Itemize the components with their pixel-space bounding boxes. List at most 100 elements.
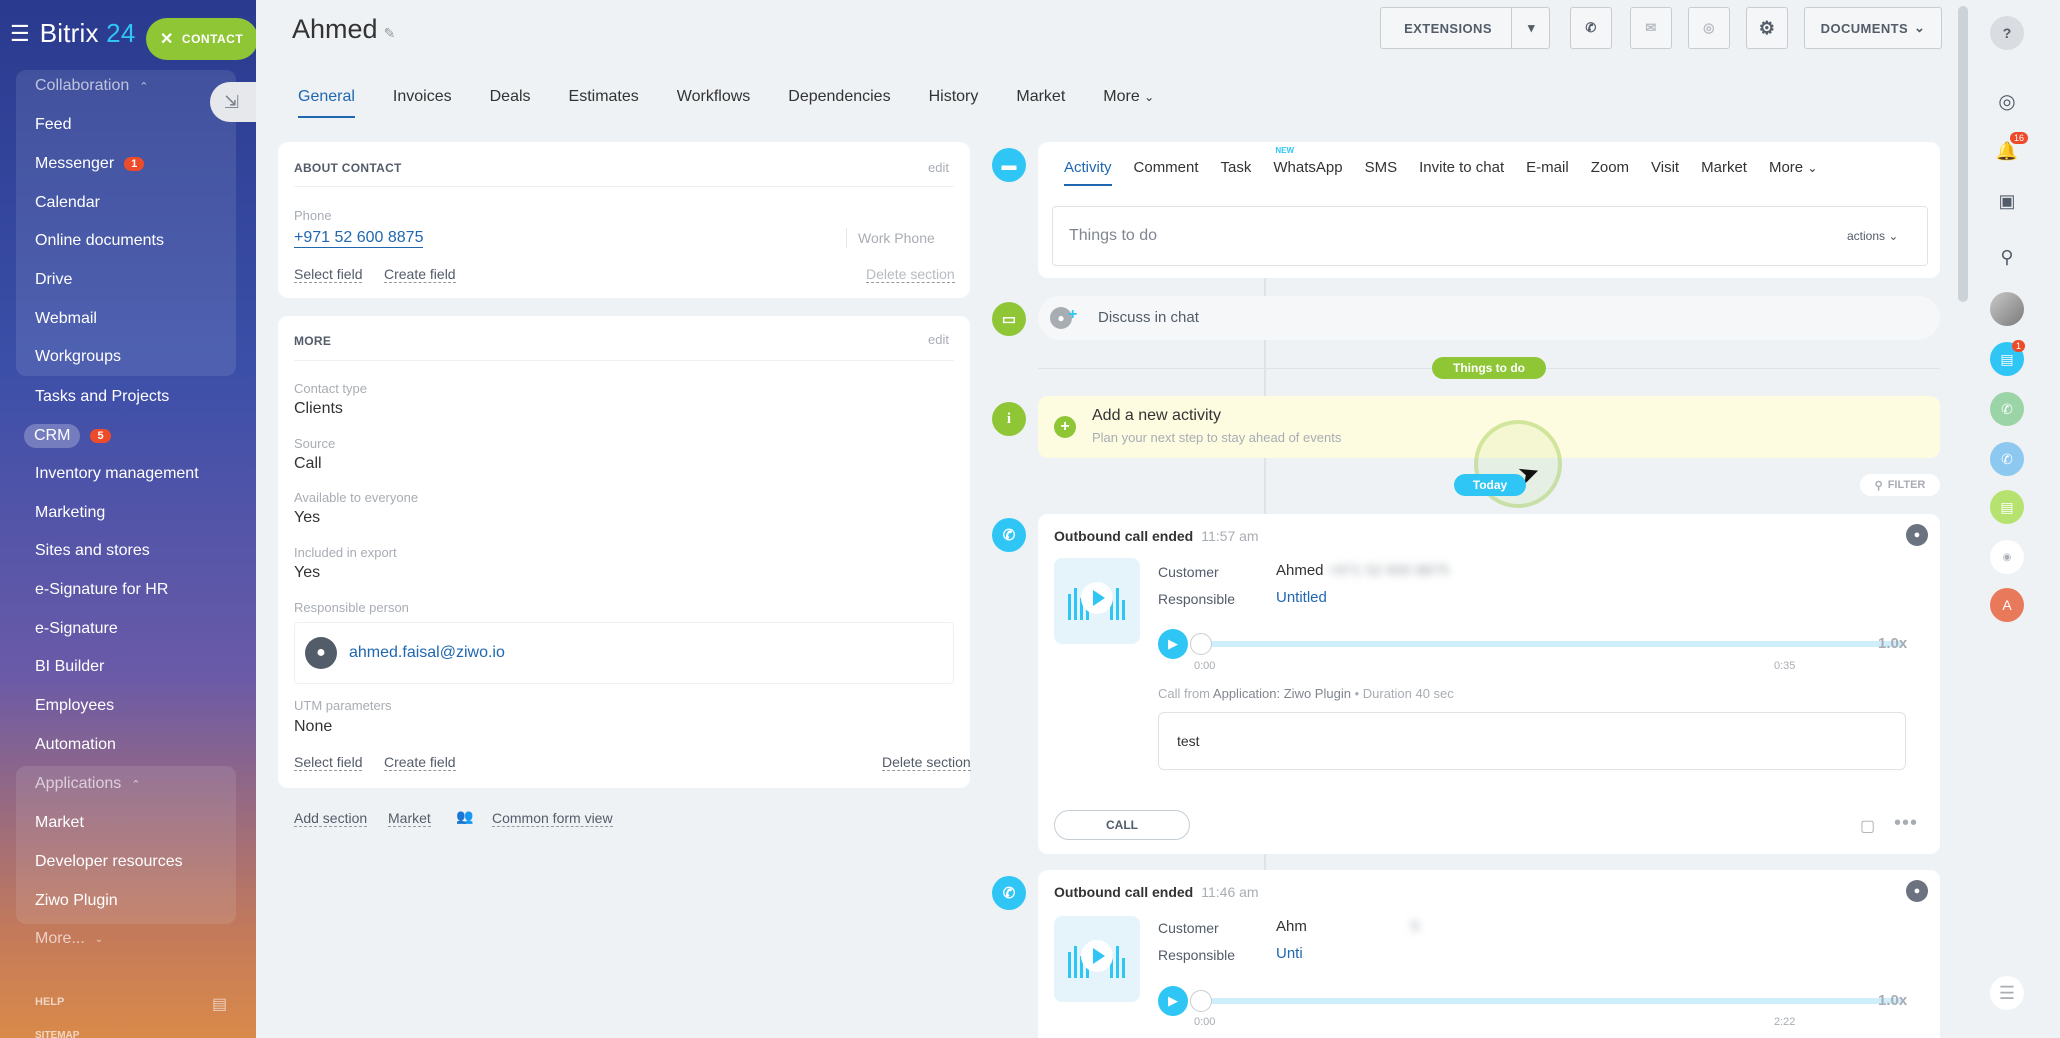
- tab-history[interactable]: History: [929, 88, 979, 118]
- tab-email[interactable]: E-mail: [1526, 159, 1569, 186]
- progress-handle[interactable]: [1190, 990, 1212, 1012]
- sitemap-link[interactable]: SITEMAP: [35, 1030, 79, 1038]
- tab-whatsapp[interactable]: NEW WhatsApp: [1273, 146, 1342, 186]
- speed-control[interactable]: 1.0x: [1878, 635, 1907, 652]
- todo-input[interactable]: Things to do actions ⌄: [1052, 206, 1928, 266]
- nav-messenger[interactable]: Messenger 1: [35, 155, 145, 173]
- speed-control[interactable]: 1.0x: [1878, 992, 1907, 1009]
- nav-employees[interactable]: Employees: [35, 697, 114, 715]
- note-icon[interactable]: ▢: [1860, 816, 1875, 836]
- customer-name[interactable]: Ahmed +971 52 600 8875: [1276, 562, 1449, 579]
- nav-esign[interactable]: e-Signature: [35, 620, 118, 638]
- chat-button[interactable]: ◎: [1688, 7, 1730, 49]
- nav-market[interactable]: Market: [35, 814, 84, 832]
- avatar-a[interactable]: A: [1990, 588, 2024, 622]
- select-field-link[interactable]: Select field: [294, 266, 363, 283]
- tab-comment[interactable]: Comment: [1134, 159, 1199, 186]
- tab-task[interactable]: Task: [1221, 159, 1252, 186]
- extensions-button[interactable]: EXTENSIONS ▾: [1380, 7, 1550, 49]
- retail-icon[interactable]: ◉: [1990, 540, 2024, 574]
- edit-link[interactable]: edit: [928, 332, 949, 347]
- nav-crm[interactable]: CRM 5: [24, 424, 111, 448]
- user-avatar[interactable]: [1990, 292, 2024, 326]
- nav-sites[interactable]: Sites and stores: [35, 542, 150, 560]
- phone-contact-icon[interactable]: ✆: [1990, 392, 2024, 426]
- common-form-view-link[interactable]: Common form view: [492, 810, 613, 827]
- phone-value[interactable]: +971 52 600 8875: [294, 229, 424, 248]
- responsible-link[interactable]: Unti: [1276, 945, 1303, 962]
- play-button[interactable]: ▶: [1158, 986, 1188, 1016]
- audio-progress[interactable]: [1198, 641, 1904, 647]
- tab-invite-chat[interactable]: Invite to chat: [1419, 159, 1504, 186]
- filter-button[interactable]: ⚲ FILTER: [1860, 474, 1940, 496]
- tab-sms[interactable]: SMS: [1365, 159, 1398, 186]
- contact-close-button[interactable]: ✕ CONTACT: [146, 18, 256, 60]
- nav-drive[interactable]: Drive: [35, 271, 72, 289]
- collapse-icon[interactable]: ⇲: [210, 82, 258, 122]
- more-dots-icon[interactable]: •••: [1894, 812, 1918, 835]
- nav-feed[interactable]: Feed: [35, 116, 71, 134]
- actions-dropdown[interactable]: actions ⌄: [1847, 229, 1898, 243]
- create-field-link[interactable]: Create field: [384, 266, 456, 283]
- help-icon[interactable]: ?: [1990, 16, 2024, 50]
- nav-calendar[interactable]: Calendar: [35, 194, 100, 212]
- tab-market[interactable]: Market: [1016, 88, 1065, 118]
- audio-thumbnail[interactable]: [1054, 916, 1140, 1002]
- responsible-box[interactable]: ● ahmed.faisal@ziwo.io: [294, 622, 954, 684]
- delete-section-link[interactable]: Delete section: [866, 266, 955, 283]
- discuss-in-chat[interactable]: ● + Discuss in chat: [1038, 296, 1940, 340]
- printer-icon[interactable]: ▤: [212, 994, 232, 1013]
- nav-tasks[interactable]: Tasks and Projects: [35, 388, 169, 406]
- nav-automation[interactable]: Automation: [35, 736, 116, 754]
- open-channel-icon[interactable]: ▤ 1: [1990, 340, 2026, 376]
- responsible-link[interactable]: Untitled: [1276, 589, 1327, 606]
- copilot-icon[interactable]: ◎: [1990, 84, 2024, 118]
- tab-dependencies[interactable]: Dependencies: [788, 88, 890, 118]
- tab-more[interactable]: More ⌄: [1103, 88, 1154, 118]
- tab-workflows[interactable]: Workflows: [677, 88, 751, 118]
- brand-name[interactable]: Bitrix 24: [40, 18, 136, 49]
- tab-more[interactable]: More ⌄: [1769, 159, 1817, 186]
- call-button[interactable]: CALL: [1054, 810, 1190, 840]
- call-note[interactable]: test: [1158, 712, 1906, 770]
- bell-icon[interactable]: 🔔 16: [1990, 132, 2029, 168]
- plus-icon[interactable]: +: [1054, 416, 1076, 438]
- documents-button[interactable]: DOCUMENTS ⌄: [1804, 7, 1942, 49]
- user-icon[interactable]: ●: [1906, 524, 1928, 546]
- tab-deals[interactable]: Deals: [490, 88, 531, 118]
- audio-progress[interactable]: [1198, 998, 1904, 1004]
- edit-link[interactable]: edit: [928, 160, 949, 175]
- tab-invoices[interactable]: Invoices: [393, 88, 452, 118]
- audio-thumbnail[interactable]: [1054, 558, 1140, 644]
- progress-handle[interactable]: [1190, 633, 1212, 655]
- applications-head[interactable]: Applications ⌃: [35, 775, 141, 793]
- scrollbar[interactable]: [1958, 6, 1968, 302]
- tab-visit[interactable]: Visit: [1651, 159, 1679, 186]
- nav-ziwo-plugin[interactable]: Ziwo Plugin: [35, 892, 118, 910]
- play-button[interactable]: ▶: [1158, 629, 1188, 659]
- tab-general[interactable]: General: [298, 88, 355, 118]
- notes-icon[interactable]: ▤: [1990, 490, 2024, 524]
- phone-button[interactable]: ✆: [1570, 7, 1612, 49]
- nav-marketing[interactable]: Marketing: [35, 504, 105, 522]
- create-field-link[interactable]: Create field: [384, 754, 456, 771]
- nav-inventory[interactable]: Inventory management: [35, 465, 199, 483]
- messages-icon[interactable]: ▣: [1990, 184, 2024, 218]
- tab-market[interactable]: Market: [1701, 159, 1747, 186]
- select-field-link[interactable]: Select field: [294, 754, 363, 771]
- help-link[interactable]: HELP: [35, 996, 64, 1008]
- menu-icon[interactable]: ☰: [10, 21, 30, 47]
- phone-contact-icon[interactable]: ✆: [1990, 442, 2024, 476]
- delete-section-link[interactable]: Delete section: [882, 754, 971, 771]
- collaboration-head[interactable]: Collaboration ⌃: [35, 77, 149, 95]
- tab-activity[interactable]: Activity: [1064, 159, 1112, 186]
- tab-estimates[interactable]: Estimates: [569, 88, 639, 118]
- user-icon[interactable]: ●: [1906, 880, 1928, 902]
- nav-developer[interactable]: Developer resources: [35, 853, 183, 871]
- pencil-icon[interactable]: ✎: [384, 25, 396, 41]
- nav-more[interactable]: More... ⌄: [35, 930, 103, 948]
- customer-name[interactable]: Ahm 5: [1276, 918, 1419, 935]
- list-icon[interactable]: ☰: [1990, 976, 2024, 1010]
- nav-bi-builder[interactable]: BI Builder: [35, 658, 104, 676]
- search-icon[interactable]: ⚲: [1990, 240, 2024, 274]
